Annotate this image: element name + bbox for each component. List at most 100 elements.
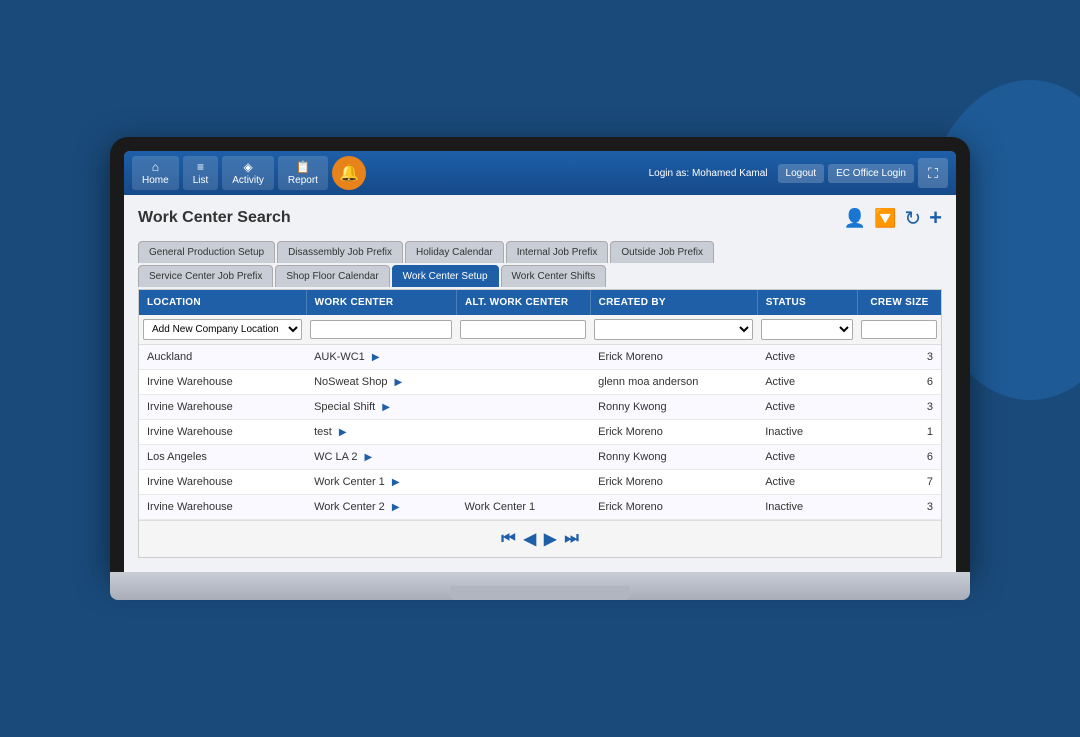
cell-status: Active — [757, 370, 857, 395]
add-icon-button[interactable]: + — [929, 205, 942, 231]
col-header-crewsize: CREW SIZE — [857, 290, 941, 315]
content-area: Work Center Search 👤 🔽 ↻ — [124, 195, 956, 572]
cell-location: Irvine Warehouse — [139, 395, 306, 420]
tabs-row-2: Service Center Job Prefix Shop Floor Cal… — [138, 265, 942, 287]
cell-createdby: Ronny Kwong — [590, 395, 757, 420]
cell-altworkcenter — [456, 370, 590, 395]
tab-general-production[interactable]: General Production Setup — [138, 241, 275, 263]
crewsize-filter-input[interactable] — [861, 320, 937, 339]
cell-altworkcenter: Work Center 1 — [456, 495, 590, 520]
cell-status: Inactive — [757, 495, 857, 520]
cell-status: Inactive — [757, 420, 857, 445]
row-arrow-icon: ▶ — [339, 427, 347, 438]
alert-button[interactable]: 🔔 — [332, 156, 366, 190]
cell-workcenter: WC LA 2 ▶ — [306, 445, 456, 470]
cell-crewsize: 1 — [857, 420, 941, 445]
filter-row: Add New Company Location — [139, 315, 941, 345]
col-header-altworkcenter: ALT. WORK CENTER — [456, 290, 590, 315]
report-icon: 📋 — [295, 160, 310, 174]
cell-location: Irvine Warehouse — [139, 420, 306, 445]
table-row[interactable]: Irvine Warehouse NoSweat Shop ▶ glenn mo… — [139, 370, 941, 395]
cell-workcenter: test ▶ — [306, 420, 456, 445]
expand-button[interactable]: ⛶ — [918, 158, 948, 188]
next-page-button[interactable]: ▶ — [544, 529, 556, 549]
cell-createdby: Erick Moreno — [590, 420, 757, 445]
col-header-status: STATUS — [757, 290, 857, 315]
nav-home-label: Home — [142, 175, 169, 186]
ec-login-button[interactable]: EC Office Login — [828, 164, 914, 183]
tab-shop-floor[interactable]: Shop Floor Calendar — [275, 265, 389, 287]
table-row[interactable]: Los Angeles WC LA 2 ▶ Ronny Kwong Active… — [139, 445, 941, 470]
tab-internal-job[interactable]: Internal Job Prefix — [506, 241, 609, 263]
first-page-button[interactable]: ⏮ — [501, 530, 515, 548]
tab-work-center-setup[interactable]: Work Center Setup — [392, 265, 499, 287]
col-header-location: LOCATION — [139, 290, 306, 315]
table-row[interactable]: Auckland AUK-WC1 ▶ Erick Moreno Active 3 — [139, 345, 941, 370]
location-filter-select[interactable]: Add New Company Location — [143, 319, 302, 340]
cell-workcenter: NoSweat Shop ▶ — [306, 370, 456, 395]
tab-work-center-shifts[interactable]: Work Center Shifts — [501, 265, 607, 287]
cell-location: Irvine Warehouse — [139, 495, 306, 520]
workcenter-filter-input[interactable] — [310, 320, 452, 339]
screen: ⌂ Home ≡ List ◈ Activity 📋 Report — [124, 151, 956, 572]
table-row[interactable]: Irvine Warehouse Work Center 1 ▶ Erick M… — [139, 470, 941, 495]
cell-workcenter: AUK-WC1 ▶ — [306, 345, 456, 370]
filter-icon: 🔽 — [874, 208, 896, 228]
cell-altworkcenter — [456, 470, 590, 495]
nav-list-label: List — [193, 175, 209, 186]
expand-icon: ⛶ — [928, 165, 938, 182]
alert-icon: 🔔 — [339, 163, 359, 183]
cell-location: Irvine Warehouse — [139, 370, 306, 395]
table-header-row: LOCATION WORK CENTER ALT. WORK CENTER CR… — [139, 290, 941, 315]
cell-status: Active — [757, 395, 857, 420]
row-arrow-icon: ▶ — [365, 452, 373, 463]
createdby-filter-select[interactable] — [594, 319, 753, 340]
row-arrow-icon: ▶ — [372, 352, 380, 363]
row-arrow-icon: ▶ — [392, 502, 400, 513]
filter-icon-button[interactable]: 🔽 — [874, 208, 896, 229]
data-table: LOCATION WORK CENTER ALT. WORK CENTER CR… — [138, 289, 942, 558]
cell-altworkcenter — [456, 445, 590, 470]
cell-location: Los Angeles — [139, 445, 306, 470]
cell-createdby: Erick Moreno — [590, 495, 757, 520]
activity-icon: ◈ — [243, 160, 252, 174]
tabs-row-1: General Production Setup Disassembly Job… — [138, 241, 942, 263]
table-row[interactable]: Irvine Warehouse test ▶ Erick Moreno Ina… — [139, 420, 941, 445]
tab-holiday[interactable]: Holiday Calendar — [405, 241, 504, 263]
nav-home-button[interactable]: ⌂ Home — [132, 156, 179, 190]
cell-altworkcenter — [456, 345, 590, 370]
cell-crewsize: 3 — [857, 395, 941, 420]
last-page-button[interactable]: ⏭ — [564, 530, 578, 548]
nav-activity-button[interactable]: ◈ Activity — [222, 156, 274, 190]
page-title: Work Center Search — [138, 209, 291, 227]
nav-list-button[interactable]: ≡ List — [183, 156, 219, 190]
tab-service-center[interactable]: Service Center Job Prefix — [138, 265, 273, 287]
nav-activity-label: Activity — [232, 175, 264, 186]
tab-outside-job[interactable]: Outside Job Prefix — [610, 241, 714, 263]
tab-disassembly[interactable]: Disassembly Job Prefix — [277, 241, 403, 263]
home-icon: ⌂ — [152, 160, 159, 174]
person-icon-button[interactable]: 👤 — [844, 208, 866, 229]
table-row[interactable]: Irvine Warehouse Work Center 2 ▶ Work Ce… — [139, 495, 941, 520]
altworkcenter-filter-input[interactable] — [460, 320, 586, 339]
cell-createdby: Erick Moreno — [590, 345, 757, 370]
list-icon: ≡ — [197, 160, 204, 174]
logout-button[interactable]: Logout — [778, 164, 825, 183]
cell-crewsize: 3 — [857, 495, 941, 520]
cell-workcenter: Special Shift ▶ — [306, 395, 456, 420]
cell-workcenter: Work Center 1 ▶ — [306, 470, 456, 495]
cell-altworkcenter — [456, 395, 590, 420]
prev-page-button[interactable]: ◀ — [524, 529, 536, 549]
cell-location: Auckland — [139, 345, 306, 370]
status-filter-select[interactable] — [761, 319, 853, 340]
refresh-icon-button[interactable]: ↻ — [904, 206, 921, 231]
cell-crewsize: 3 — [857, 345, 941, 370]
cell-crewsize: 7 — [857, 470, 941, 495]
table-row[interactable]: Irvine Warehouse Special Shift ▶ Ronny K… — [139, 395, 941, 420]
pagination: ⏮ ◀ ▶ ⏭ — [139, 520, 941, 557]
cell-altworkcenter — [456, 420, 590, 445]
add-icon: + — [929, 205, 942, 230]
cell-createdby: glenn moa anderson — [590, 370, 757, 395]
cell-status: Active — [757, 345, 857, 370]
nav-report-button[interactable]: 📋 Report — [278, 156, 328, 190]
